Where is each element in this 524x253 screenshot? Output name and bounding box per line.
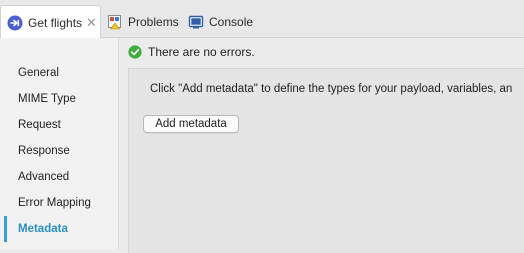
tab-console[interactable]: Console bbox=[188, 6, 253, 38]
metadata-hint-text: Click "Add metadata" to define the types… bbox=[150, 83, 513, 95]
tab-console-label: Console bbox=[209, 15, 254, 29]
tab-problems-label: Problems bbox=[128, 15, 179, 29]
problems-icon bbox=[107, 14, 123, 30]
sidebar-item-general[interactable]: General bbox=[0, 60, 118, 86]
sidebar-item-response[interactable]: Response bbox=[0, 138, 118, 164]
add-metadata-button[interactable]: Add metadata bbox=[143, 115, 239, 133]
editor-tab-bar: Get flights ✕ Problems Console bbox=[0, 0, 524, 39]
metadata-section: Click "Add metadata" to define the types… bbox=[128, 68, 524, 253]
sidebar-item-error-mapping[interactable]: Error Mapping bbox=[0, 190, 118, 216]
tab-get-flights-label: Get flights bbox=[28, 15, 83, 30]
metadata-panel-area: There are no errors. Click "Add metadata… bbox=[119, 38, 524, 253]
sidebar-item-mime-type[interactable]: MIME Type bbox=[0, 86, 118, 112]
tab-get-flights[interactable]: Get flights ✕ bbox=[0, 5, 101, 39]
console-icon bbox=[188, 14, 204, 30]
check-circle-icon bbox=[128, 45, 142, 59]
sidebar-item-request[interactable]: Request bbox=[0, 112, 118, 138]
close-icon[interactable]: ✕ bbox=[86, 16, 97, 29]
sidebar-item-metadata[interactable]: Metadata bbox=[0, 216, 118, 242]
tab-problems[interactable]: Problems bbox=[107, 6, 179, 38]
properties-sidebar: General MIME Type Request Response Advan… bbox=[0, 38, 119, 249]
validation-status: There are no errors. bbox=[128, 43, 255, 61]
sidebar-item-advanced[interactable]: Advanced bbox=[0, 164, 118, 190]
status-text: There are no errors. bbox=[148, 45, 255, 59]
flow-icon bbox=[7, 15, 23, 31]
